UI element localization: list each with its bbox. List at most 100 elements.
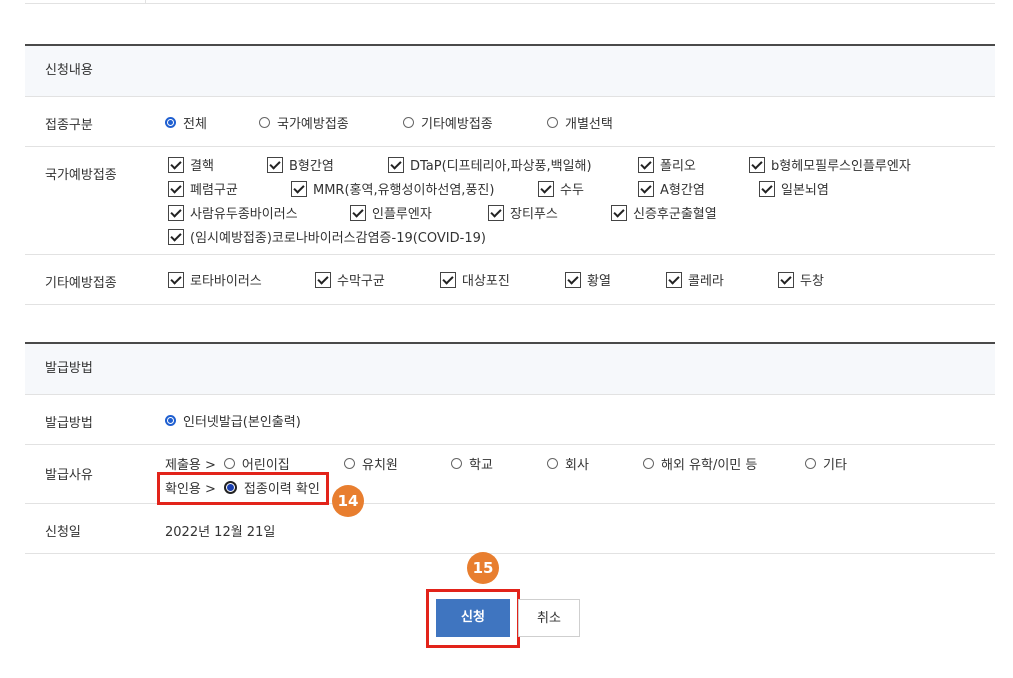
checkbox-checked-icon[interactable]	[267, 156, 283, 173]
vaccine-checkbox[interactable]: 대상포진	[440, 270, 510, 289]
vaccine-checkbox[interactable]: B형간염	[267, 155, 334, 174]
cancel-button[interactable]: 취소	[518, 599, 580, 637]
vaccine-checkbox[interactable]: 로타바이러스	[168, 270, 262, 289]
scope-option-label: 국가예방접종	[277, 117, 349, 132]
issue-method-row: 발급방법 인터넷발급(본인출력)	[25, 395, 995, 445]
vaccine-checkbox[interactable]: 콜레라	[666, 270, 724, 289]
vaccine-checkbox[interactable]: 폴리오	[638, 155, 696, 174]
vaccine-checkbox[interactable]: 사람유두종바이러스	[168, 203, 298, 222]
step-badge-15: 15	[467, 552, 499, 584]
vaccine-checkbox[interactable]: 장티푸스	[488, 203, 558, 222]
vaccine-label: 결핵	[190, 159, 214, 174]
vaccine-checkbox[interactable]: 일본뇌염	[759, 179, 829, 198]
checkbox-checked-icon[interactable]	[168, 156, 184, 173]
submit-prefix: 제출용 >	[165, 458, 216, 473]
apply-section-title: 신청내용	[25, 46, 995, 97]
vaccine-checkbox[interactable]: 신증후군출혈열	[611, 203, 717, 222]
scope-option-other[interactable]: 기타예방접종	[403, 113, 493, 132]
vaccine-label: 대상포진	[462, 274, 510, 289]
checkbox-checked-icon[interactable]	[565, 271, 581, 288]
vaccine-label: 로타바이러스	[190, 274, 262, 289]
vaccine-checkbox[interactable]: 폐렴구균	[168, 179, 238, 198]
vaccine-label: 일본뇌염	[781, 183, 829, 198]
checkbox-checked-icon[interactable]	[291, 180, 307, 197]
radio-icon[interactable]	[547, 458, 558, 469]
reason-option[interactable]: 유치원	[344, 454, 398, 473]
checkbox-checked-icon[interactable]	[638, 156, 654, 173]
checkbox-checked-icon[interactable]	[440, 271, 456, 288]
radio-icon[interactable]	[344, 458, 355, 469]
vaccine-checkbox[interactable]: DTaP(디프테리아,파상풍,백일해)	[388, 155, 592, 174]
vaccine-checkbox[interactable]: 인플루엔자	[350, 203, 432, 222]
checkbox-checked-icon[interactable]	[666, 271, 682, 288]
vaccine-label: 사람유두종바이러스	[190, 207, 298, 222]
vaccine-checkbox[interactable]: 수두	[538, 179, 584, 198]
checkbox-checked-icon[interactable]	[168, 180, 184, 197]
reason-option-label: 회사	[565, 458, 589, 473]
vaccine-checkbox[interactable]: MMR(홍역,유행성이하선염,풍진)	[291, 179, 494, 198]
radio-icon[interactable]	[547, 117, 558, 128]
reason-option[interactable]: 학교	[451, 454, 493, 473]
reason-option-label: 유치원	[362, 458, 398, 473]
vaccine-checkbox[interactable]: (임시예방접종)코로나바이러스감염증-19(COVID-19)	[168, 227, 486, 246]
scope-option-label: 개별선택	[565, 117, 613, 132]
scope-option-all[interactable]: 전체	[165, 113, 207, 132]
scope-option-label: 전체	[183, 117, 207, 132]
vaccine-label: B형간염	[289, 159, 334, 174]
vaccine-checkbox[interactable]: 수막구균	[315, 270, 385, 289]
radio-selected-icon[interactable]	[165, 415, 176, 426]
radio-icon[interactable]	[643, 458, 654, 469]
vaccine-checkbox[interactable]: b형헤모필루스인플루엔자	[749, 155, 911, 174]
radio-icon[interactable]	[403, 117, 414, 128]
vaccine-label: 수두	[560, 183, 584, 198]
checkbox-checked-icon[interactable]	[749, 156, 765, 173]
issue-section-title: 발급방법	[25, 344, 995, 395]
scope-option-individual[interactable]: 개별선택	[547, 113, 613, 132]
vaccine-label: A형간염	[660, 183, 705, 198]
apply-date-row: 신청일 2022년 12월 21일	[25, 504, 995, 554]
checkbox-checked-icon[interactable]	[168, 228, 184, 245]
radio-selected-icon[interactable]	[165, 117, 176, 128]
issue-reason-label: 발급사유	[45, 468, 93, 483]
apply-button[interactable]: 신청	[436, 599, 510, 637]
issue-method-option[interactable]: 인터넷발급(본인출력)	[165, 411, 301, 430]
apply-section: 신청내용 접종구분 전체 국가예방접종 기타예방접종 개별선택 국가예방접종 결…	[25, 44, 995, 305]
submit-reason-group: 제출용 > 어린이집	[165, 454, 290, 473]
vaccine-label: 장티푸스	[510, 207, 558, 222]
vaccine-label: 인플루엔자	[372, 207, 432, 222]
vaccine-label: b형헤모필루스인플루엔자	[771, 159, 911, 174]
radio-icon[interactable]	[805, 458, 816, 469]
reason-option-label: 해외 유학/이민 등	[661, 458, 758, 473]
checkbox-checked-icon[interactable]	[388, 156, 404, 173]
highlight-confirm-reason	[157, 472, 329, 505]
checkbox-checked-icon[interactable]	[538, 180, 554, 197]
scope-option-national[interactable]: 국가예방접종	[259, 113, 349, 132]
reason-option[interactable]: 기타	[805, 454, 847, 473]
checkbox-checked-icon[interactable]	[638, 180, 654, 197]
reason-option-label: 기타	[823, 458, 847, 473]
checkbox-checked-icon[interactable]	[759, 180, 775, 197]
vaccine-checkbox[interactable]: 결핵	[168, 155, 214, 174]
checkbox-checked-icon[interactable]	[778, 271, 794, 288]
vaccine-label: 수막구균	[337, 274, 385, 289]
vaccine-label: DTaP(디프테리아,파상풍,백일해)	[410, 159, 592, 174]
scope-row: 접종구분 전체 국가예방접종 기타예방접종 개별선택	[25, 97, 995, 147]
checkbox-checked-icon[interactable]	[350, 204, 366, 221]
checkbox-checked-icon[interactable]	[611, 204, 627, 221]
reason-option-label: 학교	[469, 458, 493, 473]
reason-option[interactable]: 회사	[547, 454, 589, 473]
reason-option[interactable]: 해외 유학/이민 등	[643, 454, 757, 473]
vaccine-checkbox[interactable]: A형간염	[638, 179, 705, 198]
vaccine-checkbox[interactable]: 황열	[565, 270, 611, 289]
checkbox-checked-icon[interactable]	[168, 271, 184, 288]
checkbox-checked-icon[interactable]	[488, 204, 504, 221]
radio-icon[interactable]	[223, 458, 235, 469]
radio-icon[interactable]	[259, 117, 270, 128]
radio-icon[interactable]	[451, 458, 462, 469]
step-badge-14: 14	[332, 485, 364, 517]
checkbox-checked-icon[interactable]	[168, 204, 184, 221]
scope-option-label: 기타예방접종	[421, 117, 493, 132]
checkbox-checked-icon[interactable]	[315, 271, 331, 288]
vaccine-checkbox[interactable]: 두창	[778, 270, 824, 289]
vaccine-label: 신증후군출혈열	[633, 207, 717, 222]
